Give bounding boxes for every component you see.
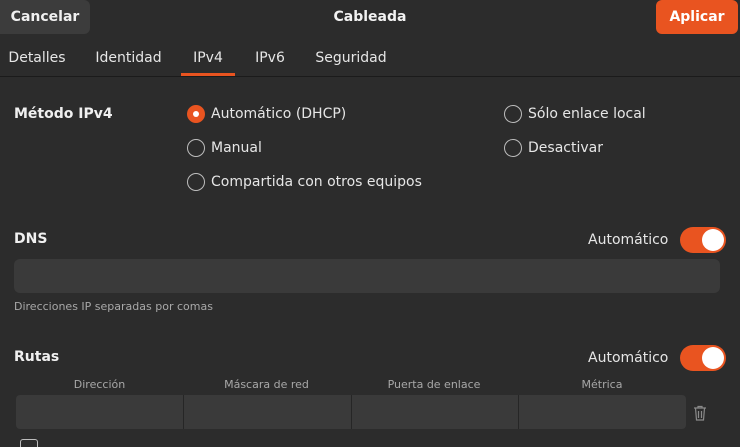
radio-unchecked-icon: [187, 173, 205, 191]
checkbox-unchecked-icon: [20, 439, 38, 447]
ipv4-method-label: Método IPv4: [14, 106, 113, 122]
tab-identity[interactable]: Identidad: [86, 40, 171, 76]
tab-details[interactable]: Detalles: [0, 40, 74, 76]
tab-ipv4[interactable]: IPv4: [181, 40, 235, 76]
tab-security[interactable]: Seguridad: [306, 40, 396, 76]
dns-auto-label: Automático: [588, 232, 669, 248]
dns-input[interactable]: [14, 259, 720, 293]
dns-label: DNS: [14, 231, 48, 247]
routes-label: Rutas: [14, 349, 60, 365]
routes-row: [16, 395, 686, 429]
header-bar: Cancelar Cableada Aplicar: [0, 0, 740, 34]
tab-ipv6[interactable]: IPv6: [246, 40, 294, 76]
cancel-button[interactable]: Cancelar: [0, 0, 90, 34]
radio-manual[interactable]: Manual: [187, 139, 262, 157]
radio-link-local[interactable]: Sólo enlace local: [504, 105, 646, 123]
dns-hint: Direcciones IP separadas por comas: [14, 300, 213, 313]
column-header-gateway: Puerta de enlace: [387, 378, 481, 391]
trash-icon: [694, 405, 706, 421]
radio-unchecked-icon: [187, 139, 205, 157]
dns-auto-toggle[interactable]: [680, 227, 727, 253]
tab-bar: Detalles Identidad IPv4 IPv6 Seguridad: [0, 40, 740, 77]
radio-shared[interactable]: Compartida con otros equipos: [187, 173, 422, 191]
radio-unchecked-icon: [504, 105, 522, 123]
dns-auto-row: Automático: [588, 227, 727, 253]
radio-label: Sólo enlace local: [528, 106, 646, 122]
route-metric-field[interactable]: [519, 395, 686, 429]
column-header-address: Dirección: [73, 378, 126, 391]
routes-auto-toggle[interactable]: [680, 345, 727, 371]
radio-unchecked-icon: [504, 139, 522, 157]
delete-route-button[interactable]: [690, 403, 710, 423]
column-header-metric: Métrica: [581, 378, 623, 391]
route-address-field[interactable]: [16, 395, 184, 429]
radio-disable[interactable]: Desactivar: [504, 139, 603, 157]
route-netmask-field[interactable]: [184, 395, 352, 429]
radio-label: Automático (DHCP): [211, 106, 347, 122]
routes-auto-row: Automático: [588, 345, 727, 371]
apply-button[interactable]: Aplicar: [656, 0, 738, 34]
radio-automatic-dhcp[interactable]: Automático (DHCP): [187, 105, 346, 123]
radio-checked-icon: [187, 105, 205, 123]
routes-checkbox-row[interactable]: [20, 439, 46, 447]
radio-label: Desactivar: [528, 140, 603, 156]
column-header-netmask: Máscara de red: [224, 378, 309, 391]
dialog-title: Cableada: [333, 9, 407, 25]
route-gateway-field[interactable]: [352, 395, 520, 429]
radio-label: Manual: [211, 140, 262, 156]
routes-auto-label: Automático: [588, 350, 669, 366]
radio-label: Compartida con otros equipos: [211, 174, 422, 190]
